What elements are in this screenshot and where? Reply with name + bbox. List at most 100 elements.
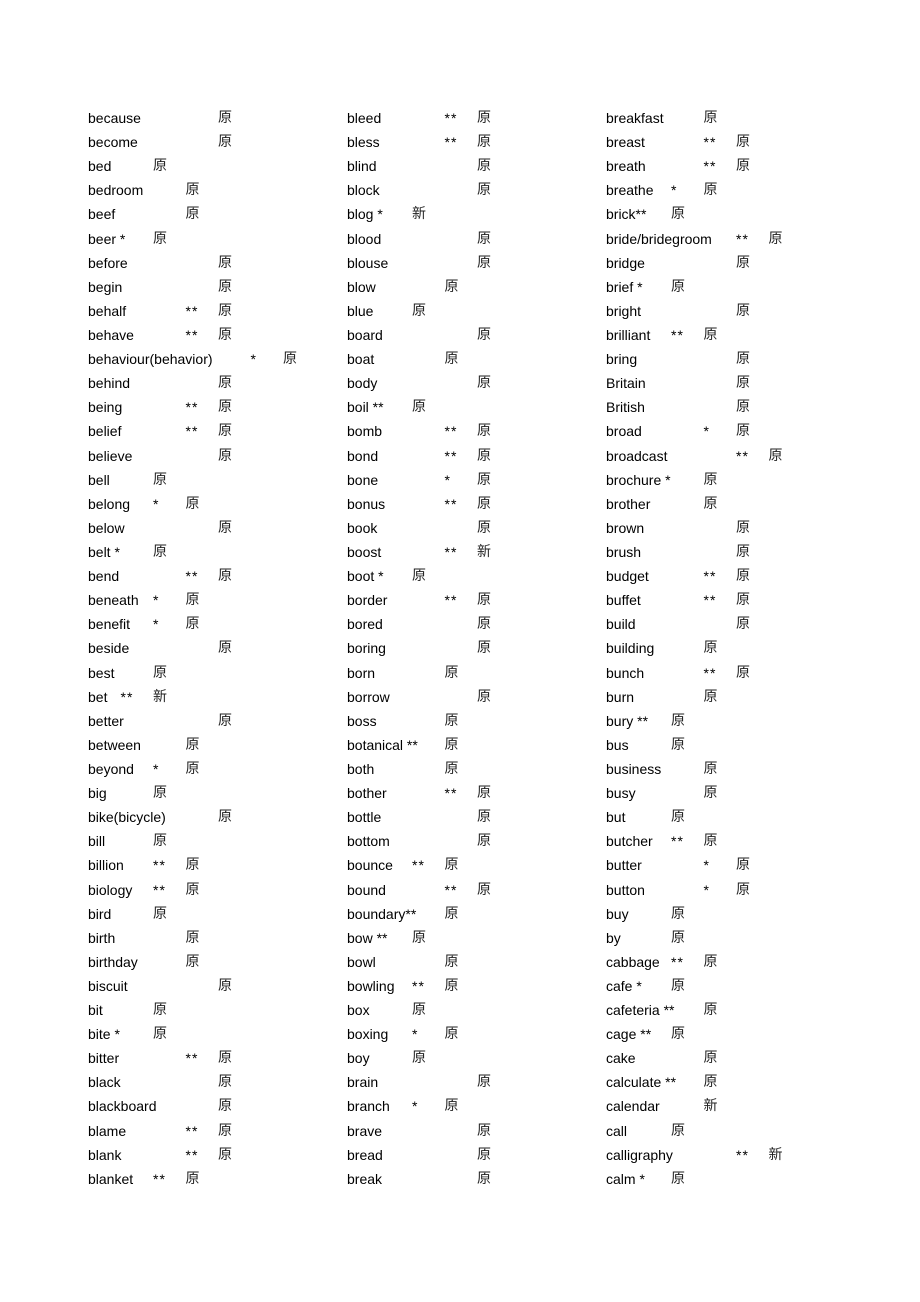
word-text: butter	[606, 857, 642, 874]
word-entry: breathe * 原	[606, 178, 906, 202]
word-entry: bell 原	[88, 468, 338, 492]
word-entry: bound ** 原	[347, 878, 597, 902]
word-text: because	[88, 110, 141, 126]
word-entry: brush 原	[606, 540, 906, 564]
word-entry: belief ** 原	[88, 419, 338, 443]
word-text: birth	[88, 929, 116, 946]
word-entry: behind 原	[88, 371, 338, 395]
word-text: blackboard	[88, 1098, 157, 1115]
word-text: before	[88, 254, 128, 271]
word-text: bird	[88, 905, 112, 922]
difficulty-stars: *	[153, 616, 160, 633]
tag-original: 原	[185, 881, 200, 898]
word-entry: bond ** 原	[347, 444, 597, 468]
difficulty-stars: *	[412, 1026, 419, 1043]
word-entry: benefit * 原	[88, 612, 338, 636]
word-entry: billion ** 原	[88, 853, 338, 877]
word-entry: bury ** 原	[606, 709, 906, 733]
tag-original: 原	[671, 977, 685, 994]
word-text: botanical **	[347, 736, 418, 753]
word-text: breast	[606, 134, 645, 151]
word-text: beneath	[88, 592, 139, 609]
word-text: bit	[88, 1002, 103, 1019]
tag-original: 原	[477, 110, 491, 126]
word-entry: bleed ** 原	[347, 106, 597, 130]
word-text: book	[347, 519, 378, 536]
tag-original: 原	[736, 543, 750, 560]
word-text: blame	[88, 1122, 127, 1139]
word-entry: breast ** 原	[606, 130, 906, 154]
difficulty-stars: **	[185, 399, 199, 416]
word-text: breakfast	[606, 110, 664, 126]
word-text: boat	[347, 351, 375, 368]
tag-new: 新	[768, 1146, 783, 1163]
word-text: bright	[606, 302, 642, 319]
tag-original: 原	[477, 326, 491, 343]
word-text: bound	[347, 881, 386, 898]
word-text: calendar	[606, 1098, 660, 1115]
tag-original: 原	[218, 326, 232, 343]
word-text: brain	[347, 1074, 379, 1091]
word-text: beyond	[88, 760, 134, 777]
difficulty-stars: **	[185, 302, 199, 319]
difficulty-stars: **	[671, 953, 684, 970]
difficulty-stars: **	[444, 592, 458, 609]
tag-original: 原	[671, 905, 685, 922]
word-text: being	[88, 399, 123, 416]
word-text: begin	[88, 278, 123, 295]
word-entry: best 原	[88, 661, 338, 685]
word-text: benefit	[88, 616, 131, 633]
difficulty-stars: **	[444, 423, 458, 440]
word-text: behind	[88, 375, 131, 392]
difficulty-stars: *	[444, 471, 451, 488]
word-entry: because 原	[88, 106, 338, 130]
word-text: both	[347, 760, 375, 777]
tag-original: 原	[703, 471, 718, 488]
tag-original: 原	[444, 977, 459, 994]
difficulty-stars: **	[444, 110, 458, 126]
word-text: board	[347, 326, 383, 343]
word-text: cage **	[606, 1026, 652, 1043]
tag-original: 原	[444, 953, 459, 970]
tag-original: 原	[153, 1026, 167, 1043]
word-text: bite *	[88, 1026, 120, 1043]
word-text: boy	[347, 1050, 370, 1067]
difficulty-stars: *	[153, 760, 160, 777]
difficulty-stars: *	[250, 351, 257, 368]
word-text: bell	[88, 471, 110, 488]
word-entry: bowl 原	[347, 950, 597, 974]
word-text: bowling	[347, 977, 395, 994]
tag-original: 原	[477, 182, 491, 199]
word-entry: bring 原	[606, 347, 906, 371]
word-entry: boost ** 新	[347, 540, 597, 564]
tag-original: 原	[736, 881, 750, 898]
tag-original: 原	[185, 1170, 200, 1187]
word-text: bunch	[606, 664, 645, 681]
word-text: broadcast	[606, 447, 668, 464]
difficulty-stars: **	[153, 857, 166, 874]
tag-original: 原	[477, 519, 491, 536]
word-entry: bridge 原	[606, 251, 906, 275]
word-entry: beneath * 原	[88, 588, 338, 612]
word-text: boundary**	[347, 905, 417, 922]
word-text: better	[88, 712, 124, 729]
tag-original: 原	[218, 1074, 232, 1091]
tag-original: 原	[703, 1002, 718, 1019]
word-entry: bit 原	[88, 998, 338, 1022]
tag-original: 原	[736, 158, 750, 175]
tag-original: 原	[703, 182, 718, 199]
word-entry: below 原	[88, 516, 338, 540]
tag-original: 原	[218, 712, 232, 729]
word-entry: bride/bridegroom ** 原	[606, 227, 906, 251]
tag-original: 原	[671, 278, 685, 295]
tag-original: 原	[671, 1122, 685, 1139]
difficulty-stars: *	[412, 1098, 419, 1115]
word-text: butcher	[606, 833, 653, 850]
word-column-1: because 原 become 原 bed 原 bedroom 原 beef 原 beer * 原 b…	[88, 106, 338, 1191]
tag-original: 原	[218, 278, 232, 295]
tag-original: 原	[736, 351, 750, 368]
word-entry: business 原	[606, 757, 906, 781]
word-text: bottom	[347, 833, 390, 850]
word-entry: behaviour(behavior) * 原	[88, 347, 338, 371]
tag-original: 原	[477, 640, 491, 657]
